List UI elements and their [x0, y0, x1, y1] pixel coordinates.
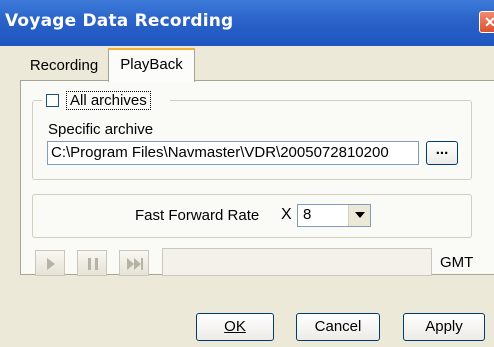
all-archives-label[interactable]: All archives [66, 91, 151, 110]
cancel-button[interactable]: Cancel [296, 313, 380, 341]
apply-button-label: Apply [425, 318, 463, 335]
pause-icon [88, 258, 98, 270]
play-icon [47, 258, 55, 270]
apply-button[interactable]: Apply [403, 313, 485, 341]
play-button[interactable] [35, 250, 65, 276]
playback-progress-bar[interactable] [162, 248, 432, 276]
fast-forward-button[interactable] [119, 250, 149, 276]
pause-button[interactable] [77, 250, 107, 276]
gmt-label: GMT [440, 254, 474, 271]
multiplier-label: X [281, 206, 292, 223]
close-button[interactable]: ✕ [479, 11, 494, 33]
window-title: Voyage Data Recording [5, 11, 234, 31]
close-icon: ✕ [484, 14, 494, 30]
archive-groupbox [32, 100, 472, 180]
ok-button[interactable]: OK [196, 313, 274, 341]
all-archives-checkbox[interactable] [46, 94, 59, 107]
chevron-down-icon [355, 212, 365, 218]
title-bar[interactable]: Voyage Data Recording ✕ [0, 0, 494, 46]
specific-archive-label: Specific archive [48, 121, 154, 138]
dialog-window: Voyage Data Recording ✕ Recording PlayBa… [0, 0, 494, 347]
cancel-button-label: Cancel [314, 318, 362, 335]
ok-button-label: OK [224, 318, 246, 335]
tab-recording[interactable]: Recording [20, 52, 108, 80]
tab-playback[interactable]: PlayBack [108, 48, 195, 82]
browse-button[interactable]: ... [426, 141, 458, 165]
rate-dropdown-button[interactable] [348, 205, 370, 226]
fast-forward-rate-label: Fast Forward Rate [135, 207, 260, 224]
fast-forward-icon [127, 258, 143, 270]
archive-path-input[interactable]: C:\Program Files\Navmaster\VDR\200507281… [47, 141, 419, 165]
rate-selected-value: 8 [303, 206, 312, 223]
